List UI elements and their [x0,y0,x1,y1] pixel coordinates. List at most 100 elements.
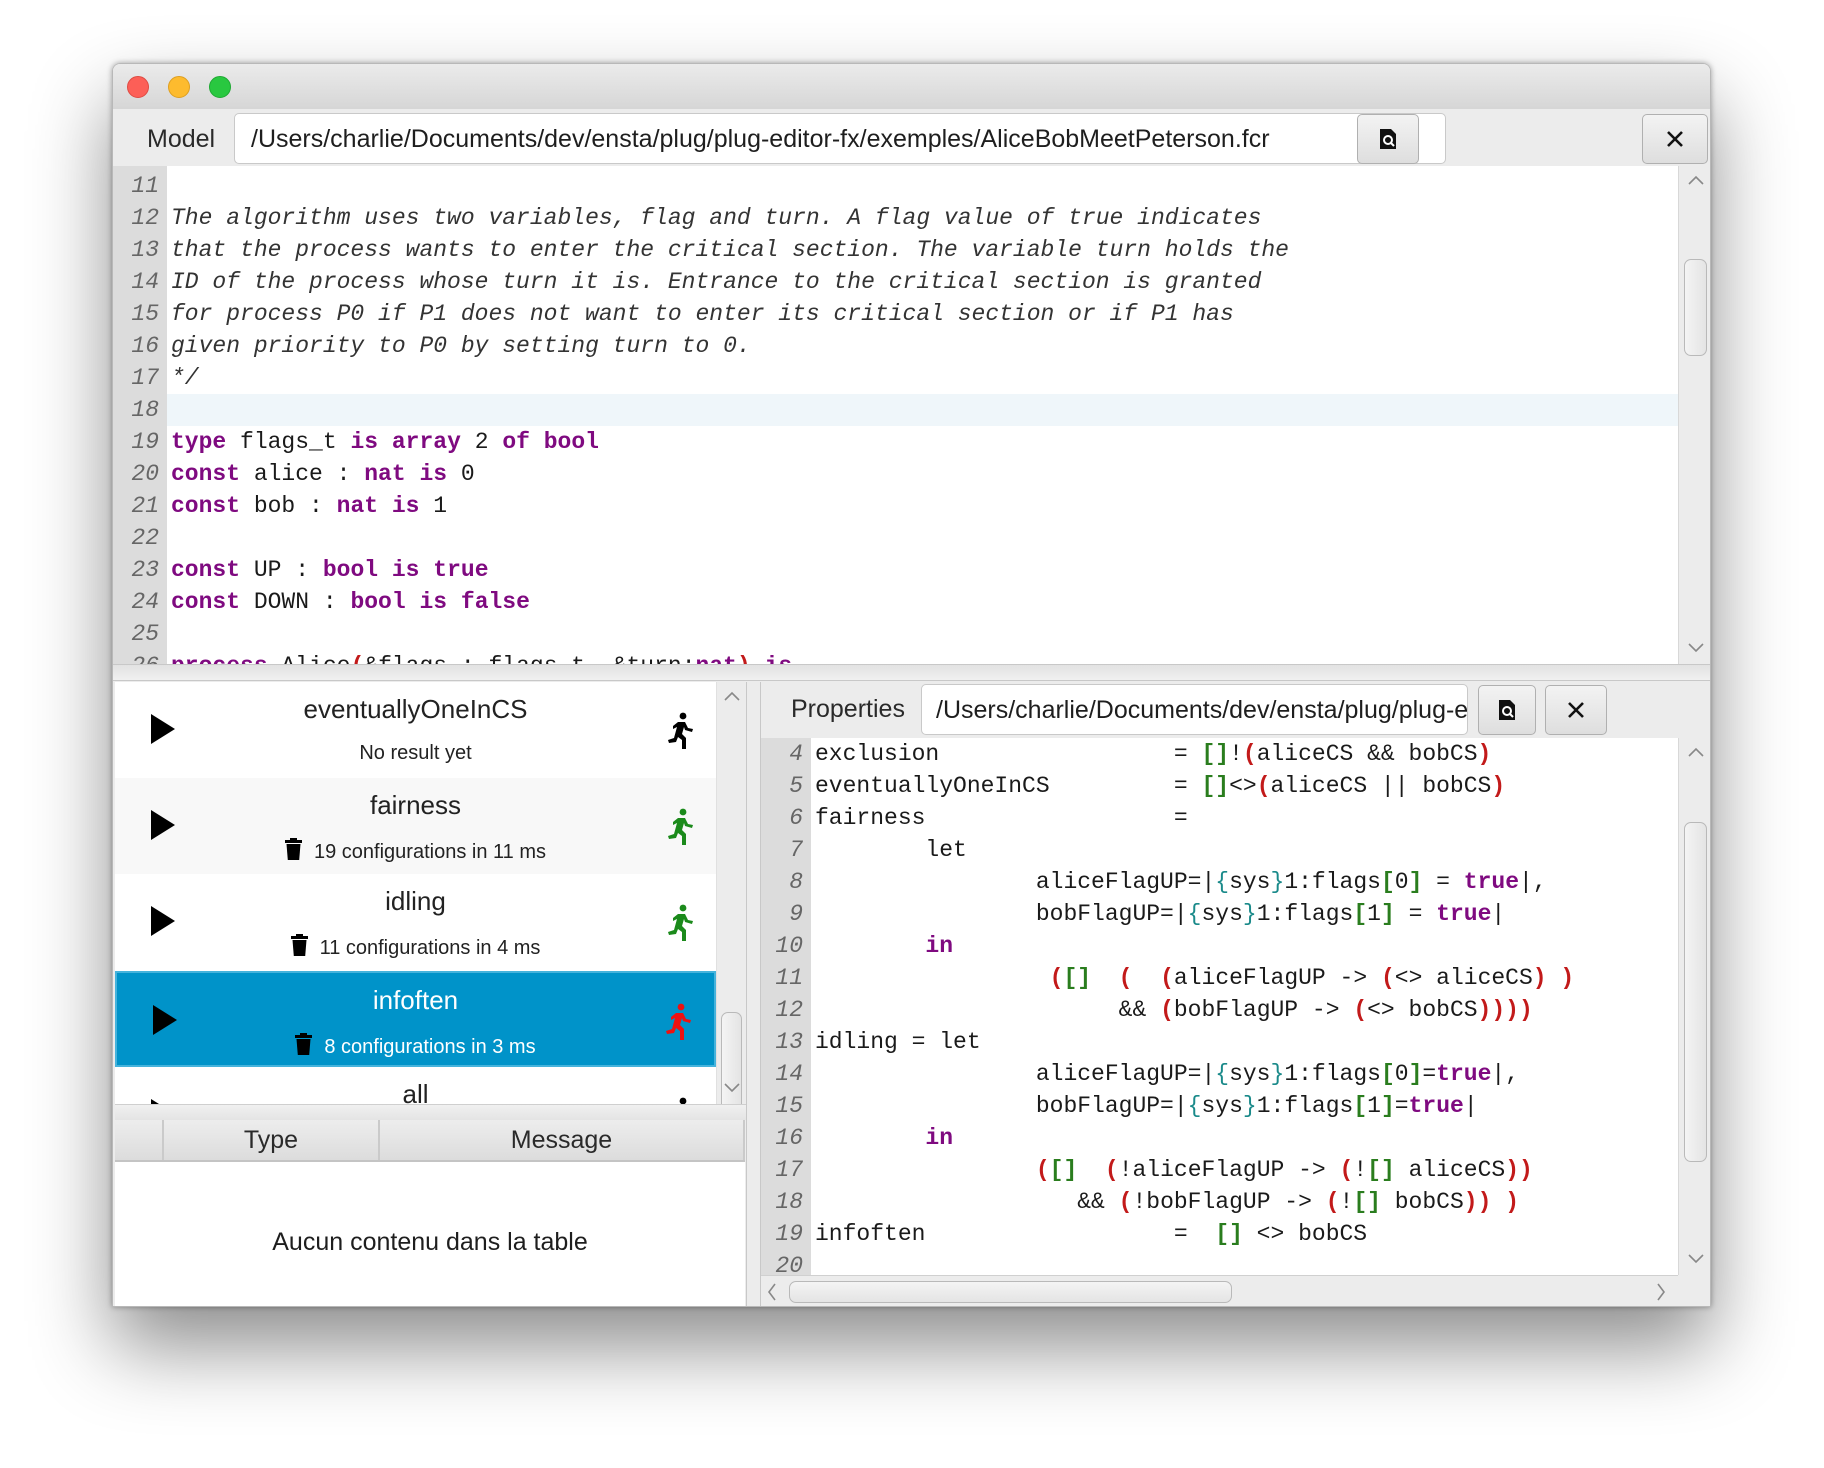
properties-path-field[interactable]: /Users/charlie/Documents/dev/ensta/plug/… [921,684,1468,735]
code-line[interactable]: 8 aliceFlagUP=|{sys}1:flags[0] = true|, [761,866,1678,898]
properties-editor-scroll-thumb[interactable] [1684,822,1707,1162]
close-properties-button[interactable] [1545,685,1607,735]
code-line[interactable]: 7 let [761,834,1678,866]
code-line[interactable]: 12 The algorithm uses two variables, flag… [113,202,1678,234]
property-item[interactable]: infoften 8 configurations in 3 ms [115,971,716,1067]
code-line[interactable]: 21 const bob : nat is 1 [113,490,1678,522]
line-number: 17 [131,365,159,391]
code-line[interactable]: 6 fairness = [761,802,1678,834]
messages-table-header: Type Message [115,1120,745,1162]
code-text: type flags_t is array 2 of bool [171,429,599,455]
code-line[interactable]: 13 that the process wants to enter the cr… [113,234,1678,266]
open-properties-button[interactable] [1478,685,1536,735]
line-number: 17 [775,1157,803,1183]
code-line[interactable]: 24 const DOWN : bool is false [113,586,1678,618]
line-number: 11 [131,173,159,199]
code-line[interactable]: 18 [131,394,1678,426]
code-line[interactable]: 11 ([] ( (aliceFlagUP -> (<> aliceCS) ) [761,962,1678,994]
code-line[interactable]: 16 in [761,1122,1678,1154]
line-number: 16 [775,1125,803,1151]
code-line[interactable]: 13 idling = let [761,1026,1678,1058]
open-model-button[interactable] [1357,114,1419,164]
code-line[interactable]: 18 && (!bobFlagUP -> (![] bobCS)) ) [761,1186,1678,1218]
model-path-field[interactable]: /Users/charlie/Documents/dev/ensta/plug/… [234,113,1446,164]
vertical-split-divider[interactable] [746,682,761,1306]
trash-icon[interactable] [290,934,308,962]
close-model-button[interactable] [1642,114,1708,164]
property-item[interactable]: eventuallyOneInCS No result yet [115,682,716,778]
code-line[interactable]: 23 const UP : bool is true [113,554,1678,586]
list-table-divider[interactable] [115,1104,746,1120]
properties-toolbar: Properties /Users/charlie/Documents/dev/… [761,681,1710,738]
running-man-icon [666,1097,696,1104]
scroll-up-arrow-icon[interactable] [1679,740,1710,764]
code-text: const bob : nat is 1 [171,493,448,519]
column-header-type[interactable]: Type [164,1120,380,1160]
code-line[interactable]: 25 [113,618,1678,650]
line-number: 9 [789,901,803,927]
property-item[interactable]: idling 11 configurations in 4 ms [115,874,716,970]
horizontal-split-divider[interactable] [113,664,1710,681]
model-editor-vscrollbar[interactable] [1678,166,1710,664]
scroll-up-arrow-icon[interactable] [1679,168,1710,192]
code-text: in [925,933,954,959]
scroll-up-arrow-icon[interactable] [717,684,746,708]
property-item[interactable]: all [115,1067,716,1104]
property-item[interactable]: fairness 19 configurations in 11 ms [115,778,716,874]
code-text: && (bobFlagUP -> (<> bobCS)))) [815,997,1533,1023]
code-line[interactable]: 19 infoften = [] <> bobCS [761,1218,1678,1250]
code-text: infoften = [] <> bobCS [815,1221,1368,1247]
code-line[interactable]: 12 && (bobFlagUP -> (<> bobCS)))) [761,994,1678,1026]
zoom-window-button[interactable] [209,76,231,98]
scroll-right-arrow-icon[interactable] [1656,1283,1666,1306]
property-name: infoften [372,985,459,1015]
properties-list-vscrollbar[interactable] [716,682,746,1120]
code-text: eventuallyOneInCS = []<>(aliceCS || bobC… [815,773,1506,799]
properties-editor-hscrollbar[interactable] [761,1275,1678,1306]
scroll-down-arrow-icon[interactable] [1679,1247,1710,1271]
minimize-window-button[interactable] [168,76,190,98]
column-header-message[interactable]: Message [380,1120,745,1160]
line-number: 18 [131,397,159,423]
model-toolbar: Model /Users/charlie/Documents/dev/ensta… [113,109,1710,166]
code-line[interactable]: 17 ([] (!aliceFlagUP -> (![] aliceCS)) [761,1154,1678,1186]
properties-editor-hscroll-thumb[interactable] [789,1281,1232,1303]
code-line[interactable]: 26 process Alice(&flags : flags_t, &turn:… [113,650,1678,664]
properties-list[interactable]: eventuallyOneInCS No result yet fairness 19… [115,682,716,1104]
code-line[interactable]: 16 given priority to P0 by setting turn t… [113,330,1678,362]
code-line[interactable]: 17 */ [113,362,1678,394]
scroll-down-arrow-icon[interactable] [717,1076,746,1100]
code-line[interactable]: 20 const alice : nat is 0 [113,458,1678,490]
running-man-icon [666,712,696,755]
code-line[interactable]: 22 [113,522,1678,554]
code-line[interactable]: 5 eventuallyOneInCS = []<>(aliceCS || bob… [761,770,1678,802]
code-line[interactable]: 14 ID of the process whose turn it is. En… [113,266,1678,298]
scroll-left-arrow-icon[interactable] [767,1283,777,1306]
code-line[interactable]: 10 in [761,930,1678,962]
code-text: ([] ( (aliceFlagUP -> (<> aliceCS) ) [1049,965,1575,991]
properties-editor-vscrollbar[interactable] [1678,738,1710,1275]
properties-code-editor[interactable]: 4 exclusion = []!(aliceCS && bobCS) 5 event… [761,738,1678,1275]
model-code-editor[interactable]: 11 12 The algorithm uses two variables, fl… [113,166,1678,664]
trash-icon[interactable] [295,1033,313,1061]
column-header-blank[interactable] [115,1120,164,1160]
line-number: 15 [131,301,159,327]
code-line[interactable]: 4 exclusion = []!(aliceCS && bobCS) [761,738,1678,770]
properties-label: Properties [791,695,905,723]
code-line[interactable]: 11 [113,170,1678,202]
code-line[interactable]: 14 aliceFlagUP=|{sys}1:flags[0]=true|, [761,1058,1678,1090]
code-line[interactable]: 19 type flags_t is array 2 of bool [113,426,1678,458]
close-window-button[interactable] [127,76,149,98]
code-line[interactable]: 20 [761,1250,1678,1275]
trash-icon[interactable] [285,838,302,866]
line-number: 26 [113,650,159,664]
code-line[interactable]: 15 for process P0 if P1 does not want to … [113,298,1678,330]
code-line[interactable]: 15 bobFlagUP=|{sys}1:flags[1]=true| [761,1090,1678,1122]
line-number: 6 [789,805,803,831]
result-text: No result yet [359,742,472,764]
line-number: 15 [775,1093,803,1119]
scroll-down-arrow-icon[interactable] [1679,636,1710,660]
code-text: idling = let [815,1029,981,1055]
model-editor-scroll-thumb[interactable] [1684,259,1707,356]
code-line[interactable]: 9 bobFlagUP=|{sys}1:flags[1] = true| [761,898,1678,930]
